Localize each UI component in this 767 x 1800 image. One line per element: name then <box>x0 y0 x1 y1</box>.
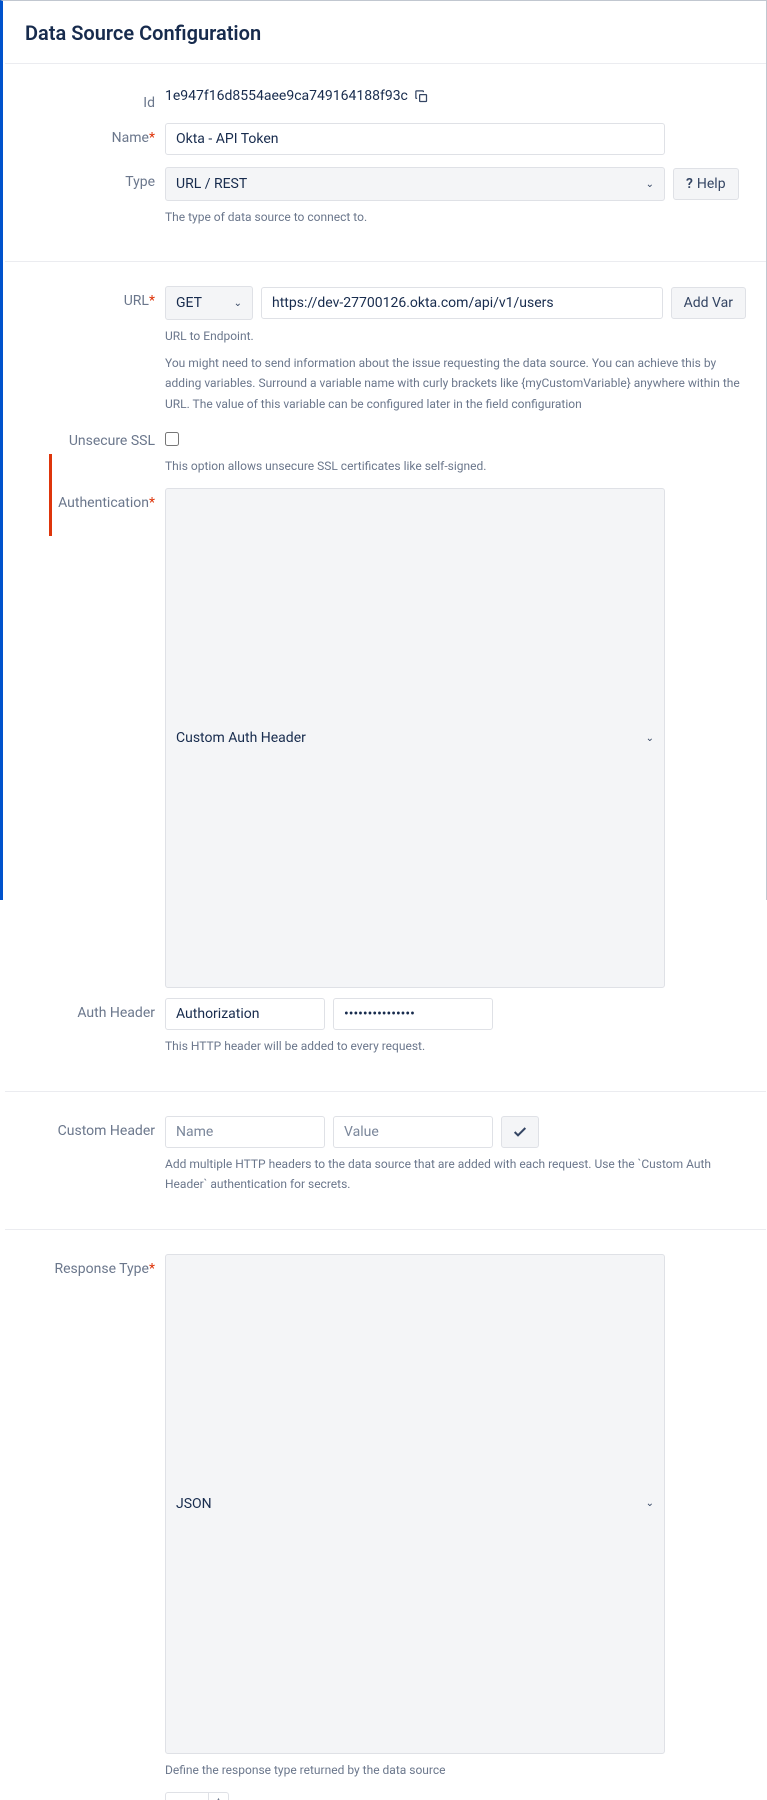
custom-header-value-input[interactable] <box>333 1116 493 1148</box>
auth-header-value-input[interactable] <box>333 998 493 1030</box>
url-label: URL* <box>25 286 165 309</box>
page-title: Data Source Configuration <box>25 21 746 45</box>
unsecure-ssl-checkbox[interactable] <box>165 432 179 446</box>
chevron-down-icon: ⌄ <box>646 179 654 190</box>
name-input[interactable] <box>165 123 665 155</box>
type-label: Type <box>25 167 165 190</box>
add-custom-header-button[interactable] <box>501 1116 539 1148</box>
id-value: 1e947f16d8554aee9ca749164188f93c <box>165 88 408 104</box>
cache-minutes-input[interactable] <box>166 1793 208 1800</box>
http-method-value: GET <box>176 295 202 311</box>
response-type-value: JSON <box>176 1496 212 1512</box>
response-type-help-text: Define the response type returned by the… <box>165 1760 746 1780</box>
auth-header-label: Auth Header <box>25 998 165 1021</box>
help-button[interactable]: ? Help <box>673 168 739 200</box>
response-type-label: Response Type* <box>25 1254 165 1277</box>
auth-header-name-input[interactable] <box>165 998 325 1030</box>
authentication-label: Authentication* <box>25 488 165 511</box>
cache-minutes-label: Cache minutes* <box>25 1792 165 1800</box>
add-var-button[interactable]: Add Var <box>671 287 746 319</box>
copy-icon[interactable] <box>414 89 429 104</box>
unsecure-ssl-label: Unsecure SSL <box>25 426 165 449</box>
chevron-down-icon: ⌄ <box>646 733 654 744</box>
http-method-select[interactable]: GET ⌄ <box>165 286 253 320</box>
custom-header-name-input[interactable] <box>165 1116 325 1148</box>
type-select[interactable]: URL / REST ⌄ <box>165 167 665 201</box>
url-help-text-1: URL to Endpoint. <box>165 326 746 346</box>
check-icon <box>512 1124 528 1140</box>
chevron-down-icon: ⌄ <box>646 1498 654 1509</box>
cache-minutes-stepper[interactable]: ▲ ▼ <box>165 1792 229 1800</box>
url-help-text-2: You might need to send information about… <box>165 353 746 414</box>
id-label: Id <box>25 88 165 111</box>
url-input[interactable] <box>261 287 663 319</box>
auth-header-help-text: This HTTP header will be added to every … <box>165 1036 746 1056</box>
stepper-up-icon[interactable]: ▲ <box>209 1793 228 1800</box>
authentication-select[interactable]: Custom Auth Header ⌄ <box>165 488 665 988</box>
response-type-select[interactable]: JSON ⌄ <box>165 1254 665 1754</box>
unsecure-ssl-help-text: This option allows unsecure SSL certific… <box>165 456 746 476</box>
authentication-value: Custom Auth Header <box>176 730 306 746</box>
type-select-value: URL / REST <box>176 176 247 192</box>
custom-header-label: Custom Header <box>25 1116 165 1139</box>
custom-header-help-text: Add multiple HTTP headers to the data so… <box>165 1154 746 1195</box>
name-label: Name* <box>25 123 165 146</box>
type-help-text: The type of data source to connect to. <box>165 207 746 227</box>
chevron-down-icon: ⌄ <box>234 298 242 309</box>
